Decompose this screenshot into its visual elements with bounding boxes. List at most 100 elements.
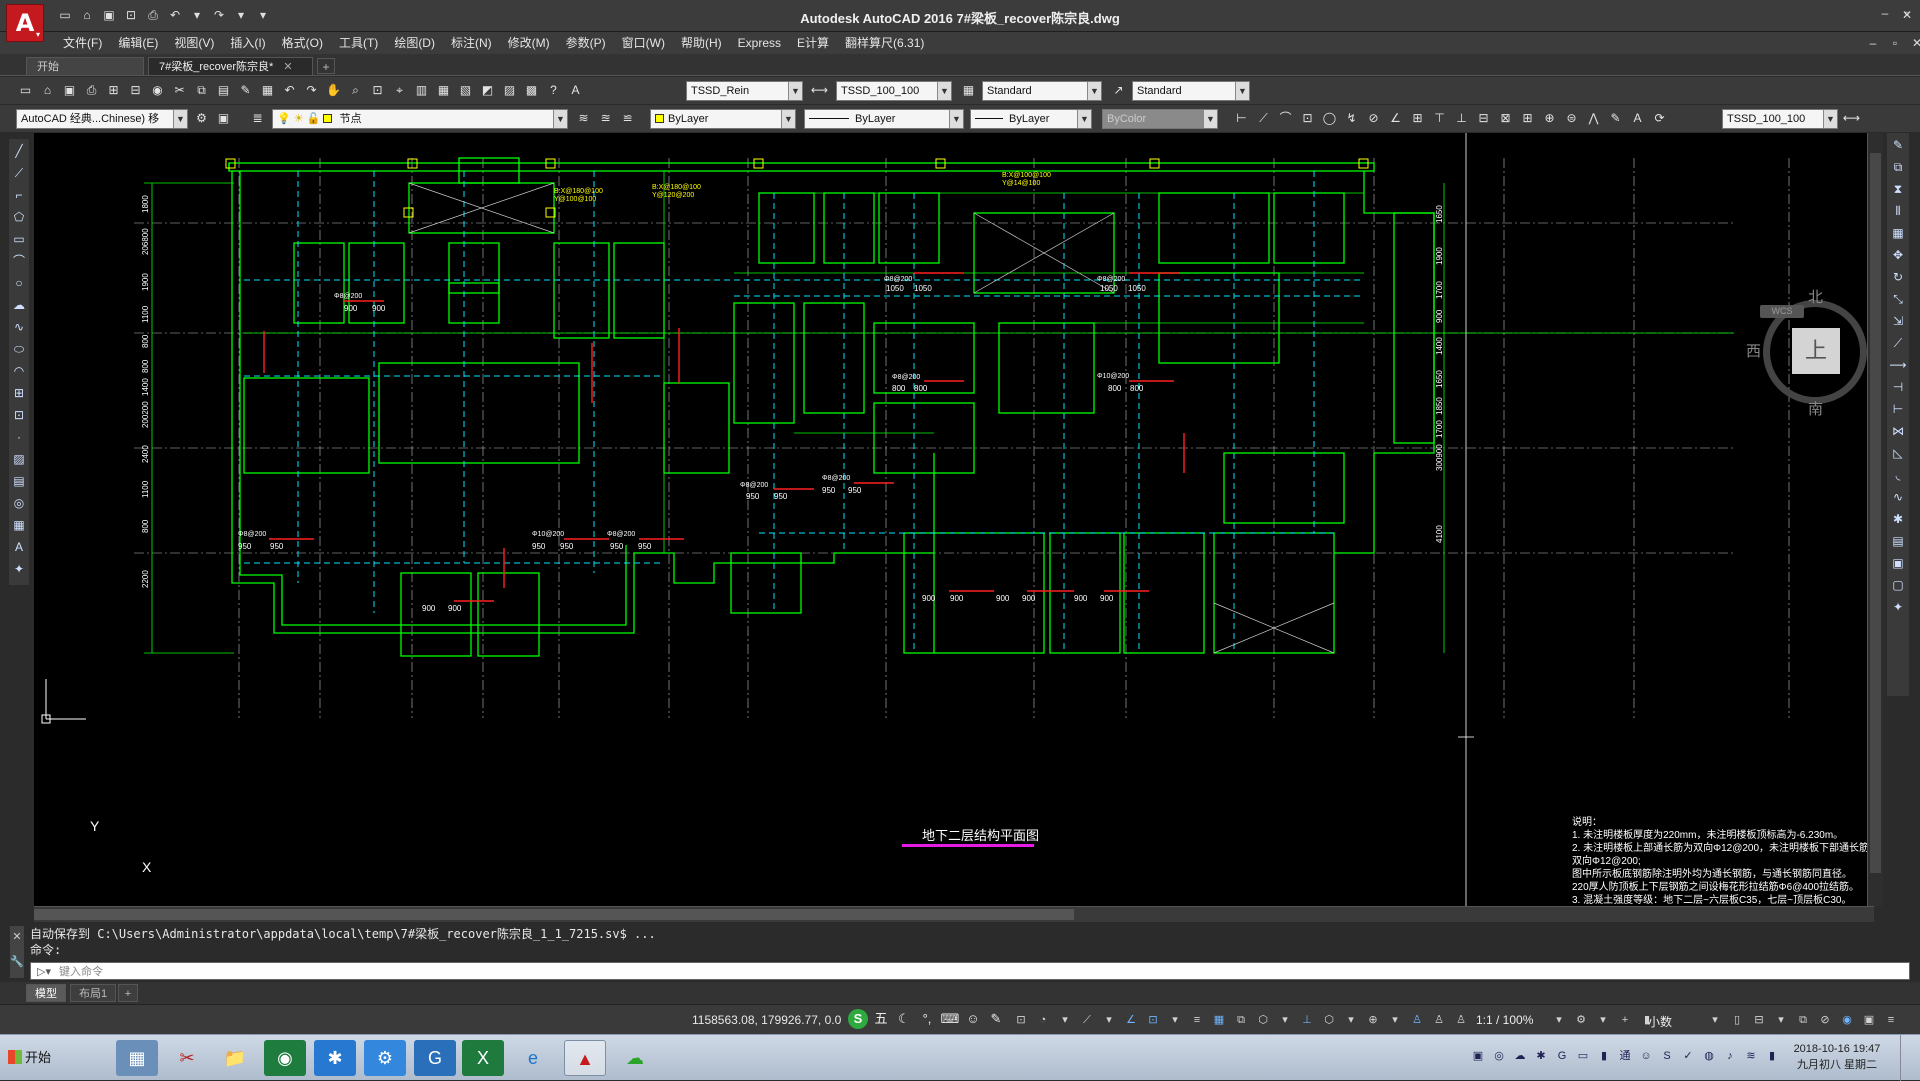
status-customize-icon[interactable]: ≡ [1882, 1011, 1900, 1029]
point-icon[interactable]: · [9, 427, 29, 447]
snipping-tool-app-icon[interactable]: ✂ [166, 1040, 208, 1076]
app-bluetooth-icon[interactable]: ✱ [314, 1040, 356, 1076]
menu-ecalc[interactable]: E计算 [789, 35, 837, 52]
doc-close-icon[interactable]: ✕ [1910, 36, 1920, 50]
menu-window[interactable]: 窗口(W) [614, 35, 673, 52]
wechat-app-icon[interactable]: ☁ [614, 1040, 656, 1076]
start-button[interactable]: 开始 [2, 1043, 57, 1073]
vertical-scroll-thumb[interactable] [1870, 153, 1881, 873]
tab-drawing[interactable]: 7#梁板_recover陈宗良* ✕ [148, 57, 313, 75]
3d-osnap-dropdown-icon[interactable]: ▾ [1276, 1011, 1294, 1029]
internet-explorer-app-icon[interactable]: e [512, 1040, 554, 1076]
dynamic-ucs-icon[interactable]: ⊥ [1298, 1011, 1316, 1029]
menu-express[interactable]: Express [730, 35, 789, 52]
tool-palettes-icon[interactable]: ▧ [456, 81, 475, 100]
tray-network-app-icon[interactable]: ☁ [1512, 1048, 1528, 1064]
move-icon[interactable]: ✥ [1888, 245, 1908, 265]
layer-manager-icon[interactable]: ≣ [248, 109, 267, 128]
text-style-select[interactable]: TSSD_Rein ▼ [686, 81, 803, 101]
menu-file[interactable]: 文件(F) [55, 35, 110, 52]
clean-screen-icon[interactable]: ▣ [1860, 1011, 1878, 1029]
ime-logo-icon[interactable]: S [848, 1009, 868, 1029]
coordinate-display[interactable]: 1158563.08, 179926.77, 0.0 [692, 1013, 841, 1027]
viewcube-top-face[interactable]: 上 [1792, 328, 1840, 374]
quickcalc-icon[interactable]: ▩ [522, 81, 541, 100]
wcs-menu-button[interactable]: WCS [1760, 305, 1804, 318]
ime-settings-icon[interactable]: ✎ [986, 1009, 1006, 1029]
menu-dimension[interactable]: 标注(N) [443, 35, 500, 52]
quick-dim-icon[interactable]: ⊞ [1408, 109, 1427, 128]
auto-scale-icon[interactable]: ♙ [1430, 1011, 1448, 1029]
horizontal-scroll-thumb[interactable] [34, 909, 1074, 920]
lock-ui-icon[interactable]: ⊟ [1750, 1011, 1768, 1029]
undo-icon[interactable]: ↶ [280, 81, 299, 100]
array-icon[interactable]: ▦ [1888, 223, 1908, 243]
quick-properties-icon[interactable]: ▯ [1728, 1011, 1746, 1029]
jogged-linear-icon[interactable]: ⋀ [1584, 109, 1603, 128]
save-icon[interactable]: ▣ [60, 81, 79, 100]
ellipse-arc-icon[interactable]: ◠ [9, 361, 29, 381]
layer-previous-icon[interactable]: ≊ [596, 109, 615, 128]
scale-icon[interactable]: ⤡ [1888, 289, 1908, 309]
dim-style-select[interactable]: TSSD_100_100 ▼ [836, 81, 952, 101]
system-clock[interactable]: 2018-10-16 19:47 九月初八 星期二 [1792, 1041, 1882, 1073]
baseline-dim-icon[interactable]: ⊤ [1430, 109, 1449, 128]
tray-bluetooth-icon[interactable]: ✱ [1533, 1048, 1549, 1064]
gizmo-dropdown-icon[interactable]: ▾ [1386, 1011, 1404, 1029]
tray-display-icon[interactable]: ▭ [1575, 1048, 1591, 1064]
pan-icon[interactable]: ✋ [324, 81, 343, 100]
layer-select[interactable]: 💡 ☀ 🔓 节点 ▼ [272, 109, 568, 129]
explode-icon[interactable]: ✱ [1888, 509, 1908, 529]
excel-app-icon[interactable]: X [462, 1040, 504, 1076]
inspection-icon[interactable]: ⊜ [1562, 109, 1581, 128]
polar-dropdown-icon[interactable]: ▾ [1056, 1011, 1074, 1029]
print-icon[interactable]: ⎙ [82, 81, 101, 100]
viewcube[interactable]: 北 南 西 东 上 [1746, 278, 1882, 418]
construction-line-icon[interactable]: ⟋ [9, 163, 29, 183]
make-current-layer-icon[interactable]: ≋ [574, 109, 593, 128]
group-icon[interactable]: ▣ [1888, 553, 1908, 573]
ordinate-dim-icon[interactable]: ⊡ [1298, 109, 1317, 128]
ime-punct-icon[interactable]: °, [917, 1009, 937, 1029]
stretch-icon[interactable]: ⇲ [1888, 311, 1908, 331]
app-tools-icon[interactable]: ⚙ [364, 1040, 406, 1076]
filter-dropdown-icon[interactable]: ▾ [1342, 1011, 1360, 1029]
mtext-icon[interactable]: A [9, 537, 29, 557]
zoom-window-icon[interactable]: ⊡ [368, 81, 387, 100]
workspace-select[interactable]: AutoCAD 经典...Chinese) 移 ▼ [16, 109, 188, 129]
draworder-icon[interactable]: ▤ [1888, 531, 1908, 551]
dim-space-icon[interactable]: ⊟ [1474, 109, 1493, 128]
table-icon[interactable]: ▦ [9, 515, 29, 535]
block-editor-icon[interactable]: ▦ [258, 81, 277, 100]
menu-parametric[interactable]: 参数(P) [558, 35, 614, 52]
match-properties-icon[interactable]: ✎ [236, 81, 255, 100]
linetype-select[interactable]: ByLayer ▼ [804, 109, 964, 129]
tray-chrome-icon[interactable]: ◎ [1491, 1048, 1507, 1064]
design-center-icon[interactable]: ▦ [434, 81, 453, 100]
diameter-dim-icon[interactable]: ⊘ [1364, 109, 1383, 128]
add-layout-button[interactable]: + [118, 984, 138, 1002]
menu-edit[interactable]: 编辑(E) [110, 35, 166, 52]
zoom-previous-icon[interactable]: ⌖ [390, 81, 409, 100]
dim-update-icon[interactable]: ⟳ [1650, 109, 1669, 128]
redo-icon[interactable]: ↷ [302, 81, 321, 100]
trim-icon[interactable]: ⟋ [1888, 333, 1908, 353]
paste-icon[interactable]: ▤ [214, 81, 233, 100]
hatch-icon[interactable]: ▨ [9, 449, 29, 469]
3d-osnap-icon[interactable]: ⬡ [1254, 1011, 1272, 1029]
break-icon[interactable]: ⊢ [1888, 399, 1908, 419]
revision-cloud-icon[interactable]: ☁ [9, 295, 29, 315]
qnew-icon[interactable]: ▭ [16, 81, 35, 100]
offset-icon[interactable]: ⫴ [1888, 201, 1908, 221]
mirror-icon[interactable]: ⧗ [1888, 179, 1908, 199]
sheet-set-icon[interactable]: ◩ [478, 81, 497, 100]
add-selected-icon[interactable]: ✦ [9, 559, 29, 579]
zoom-realtime-icon[interactable]: ⌕ [346, 81, 365, 100]
selection-filter-icon[interactable]: ⬡ [1320, 1011, 1338, 1029]
ime-mode[interactable]: 五 [871, 1009, 891, 1029]
color-select[interactable]: ByLayer ▼ [650, 109, 796, 129]
object-snap-tracking-icon[interactable]: ∠ [1122, 1011, 1140, 1029]
angular-dim-icon[interactable]: ∠ [1386, 109, 1405, 128]
hardware-acceleration-icon[interactable]: ◉ [1838, 1011, 1856, 1029]
object-snap-icon[interactable]: ⊡ [1144, 1011, 1162, 1029]
